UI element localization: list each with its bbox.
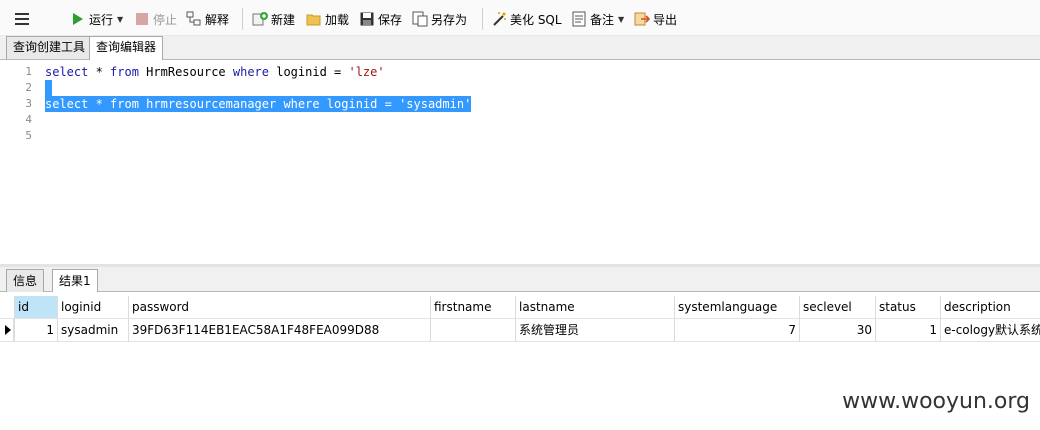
cell-systemlanguage[interactable]: 7: [674, 319, 799, 341]
cell-id[interactable]: 1: [14, 319, 57, 341]
load-label: 加载: [325, 12, 350, 27]
stop-button[interactable]: 停止: [134, 9, 177, 29]
tab-result1[interactable]: 结果1: [52, 269, 98, 292]
folder-icon: [306, 11, 322, 27]
result-tabs: 信息 结果1: [0, 267, 1040, 292]
run-button[interactable]: 运行 ▼: [70, 9, 123, 29]
menu-icon[interactable]: [14, 9, 30, 29]
code-line-3-selected[interactable]: select * from hrmresourcemanager where l…: [45, 96, 472, 112]
column-header-loginid[interactable]: loginid: [57, 296, 128, 318]
cell-seclevel[interactable]: 30: [799, 319, 875, 341]
explain-icon: [186, 11, 202, 27]
stop-label: 停止: [153, 12, 178, 27]
new-button[interactable]: 新建: [252, 9, 295, 29]
column-header-password[interactable]: password: [128, 296, 430, 318]
save-label: 保存: [378, 12, 403, 27]
sql-keyword: select: [45, 97, 89, 111]
cell-status[interactable]: 1: [875, 319, 940, 341]
toolbar-divider: [242, 8, 243, 30]
column-header-lastname[interactable]: lastname: [515, 296, 674, 318]
beautify-sql-label: 美化 SQL: [510, 12, 562, 27]
save-button[interactable]: 保存: [359, 9, 402, 29]
table-row[interactable]: 1 sysadmin 39FD63F114EB1EAC58A1F48FEA099…: [0, 319, 1040, 342]
tab-query-editor[interactable]: 查询编辑器: [89, 36, 164, 60]
sql-text: HrmResource: [138, 65, 233, 79]
sql-text: *: [88, 65, 111, 79]
toolbar: 运行 ▼ 停止 解释 新建 加载 保存 另存为 美化 SQL 备注 ▼ 导出: [0, 0, 1040, 36]
watermark: www.wooyun.org: [842, 389, 1030, 414]
column-header-seclevel[interactable]: seclevel: [799, 296, 875, 318]
sql-text: loginid =: [269, 65, 349, 79]
save-as-icon: [412, 11, 428, 27]
run-dropdown-icon[interactable]: ▼: [117, 15, 123, 24]
magic-wand-icon: [491, 11, 507, 27]
sql-keyword: where: [232, 65, 269, 79]
cell-password[interactable]: 39FD63F114EB1EAC58A1F48FEA099D88: [128, 319, 430, 341]
line-number: 2: [25, 81, 32, 94]
save-as-button[interactable]: 另存为: [412, 9, 467, 29]
export-label: 导出: [653, 12, 678, 27]
export-icon: [634, 11, 650, 27]
line-number: 3: [25, 97, 32, 110]
run-label: 运行: [89, 12, 114, 27]
sql-text: loginid =: [319, 97, 400, 111]
sql-keyword: from: [110, 97, 139, 111]
explain-button[interactable]: 解释: [186, 9, 229, 29]
notes-icon: [571, 11, 587, 27]
column-header-status[interactable]: status: [875, 296, 940, 318]
save-icon: [359, 11, 375, 27]
cell-firstname[interactable]: [430, 319, 515, 341]
sql-string: 'lze': [348, 65, 385, 79]
sql-text: *: [88, 97, 111, 111]
sql-keyword: select: [45, 65, 89, 79]
play-icon: [70, 11, 86, 27]
notes-dropdown-icon[interactable]: ▼: [618, 15, 624, 24]
line-number: 4: [25, 113, 32, 126]
line-number: 1: [25, 65, 32, 78]
sql-text: hrmresourcemanager: [138, 97, 284, 111]
save-as-label: 另存为: [431, 12, 468, 27]
new-query-icon: [252, 11, 268, 27]
column-header-id[interactable]: id: [14, 296, 57, 318]
query-tabs: 查询创建工具 查询编辑器: [0, 36, 1040, 60]
cell-lastname[interactable]: 系统管理员: [515, 319, 674, 341]
column-header-firstname[interactable]: firstname: [430, 296, 515, 318]
grid-header-row: id loginid password firstname lastname s…: [0, 296, 1040, 319]
sql-editor[interactable]: 1 2 3 4 5 select * from HrmResource wher…: [0, 60, 1040, 265]
selection-highlight: [45, 80, 52, 96]
column-header-systemlanguage[interactable]: systemlanguage: [674, 296, 799, 318]
current-row-arrow-icon: [5, 325, 11, 335]
cell-loginid[interactable]: sysadmin: [57, 319, 128, 341]
sql-string: 'sysadmin': [399, 97, 472, 111]
line-number: 5: [25, 129, 32, 142]
sql-keyword: where: [283, 97, 320, 111]
tab-query-builder[interactable]: 查询创建工具: [6, 36, 93, 59]
notes-button[interactable]: 备注 ▼: [571, 9, 624, 29]
stop-icon: [134, 11, 150, 27]
code-line-1[interactable]: select * from HrmResource where loginid …: [45, 64, 385, 80]
toolbar-divider: [482, 8, 483, 30]
export-button[interactable]: 导出: [634, 9, 677, 29]
cell-description[interactable]: e-cology默认系统: [940, 319, 1040, 341]
load-button[interactable]: 加载: [306, 9, 349, 29]
notes-label: 备注: [590, 12, 615, 27]
beautify-sql-button[interactable]: 美化 SQL: [491, 9, 562, 29]
new-label: 新建: [271, 12, 296, 27]
column-header-description[interactable]: description: [940, 296, 1040, 318]
row-indicator[interactable]: [0, 319, 14, 341]
explain-label: 解释: [205, 12, 230, 27]
sql-keyword: from: [110, 65, 139, 79]
tab-info[interactable]: 信息: [6, 269, 45, 292]
